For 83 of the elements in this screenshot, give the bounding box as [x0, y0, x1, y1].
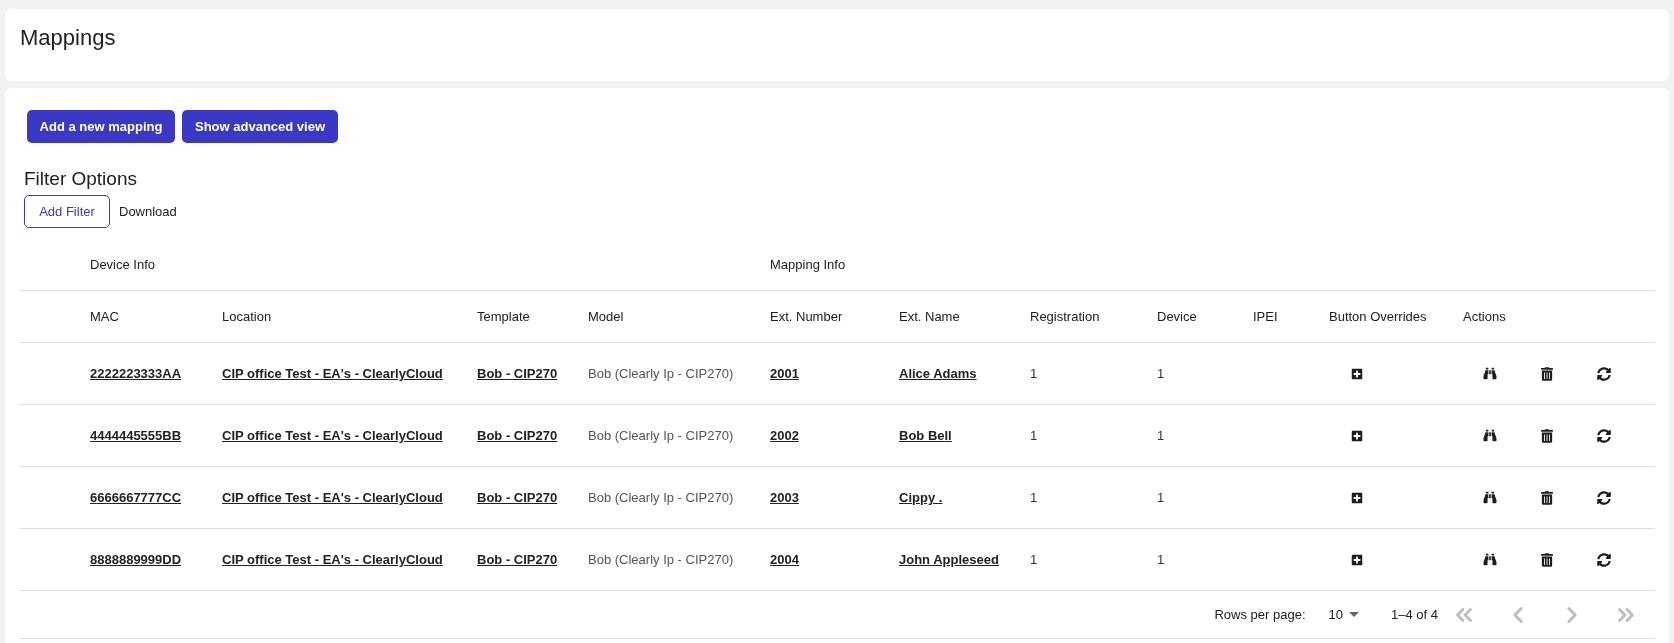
sync-button[interactable]: [1597, 552, 1611, 567]
refresh-icon: [1597, 428, 1611, 443]
download-link[interactable]: Download: [119, 201, 177, 222]
mac-address-link[interactable]: 6666667777CC: [90, 487, 182, 508]
advanced-view-button[interactable]: Show advanced view: [182, 110, 338, 143]
location-link[interactable]: CIP office Test - EA's - ClearlyCloud: [222, 363, 443, 384]
add-override-button[interactable]: [1351, 367, 1363, 380]
add-filter-button[interactable]: Add Filter: [24, 195, 110, 228]
column-header: Location: [222, 307, 272, 326]
column-header: MAC: [90, 307, 119, 326]
trash-icon: [1541, 490, 1553, 505]
mac-address-link[interactable]: 2222223333AA: [90, 363, 182, 384]
mac-address-link[interactable]: 4444445555BB: [90, 425, 182, 446]
column-header: Registration: [1030, 307, 1100, 326]
location-link[interactable]: CIP office Test - EA's - ClearlyCloud: [222, 425, 443, 446]
column-header: Model: [588, 307, 624, 326]
delete-button[interactable]: [1541, 366, 1553, 381]
registration-count: 1: [1030, 550, 1038, 569]
extension-name-link[interactable]: Alice Adams: [899, 363, 977, 384]
binoculars-icon: [1483, 553, 1497, 566]
registration-count: 1: [1030, 364, 1038, 383]
view-button[interactable]: [1483, 491, 1497, 504]
location-link[interactable]: CIP office Test - EA's - ClearlyCloud: [222, 549, 443, 570]
template-link[interactable]: Bob - CIP270: [477, 549, 558, 570]
dropdown-caret-icon: [1349, 612, 1359, 617]
column-header: Button Overrides: [1329, 307, 1427, 326]
mac-address-link[interactable]: 8888889999DD: [90, 549, 182, 570]
trash-icon: [1541, 552, 1553, 567]
column-header: Device: [1157, 307, 1197, 326]
template-link[interactable]: Bob - CIP270: [477, 425, 558, 446]
refresh-icon: [1597, 490, 1611, 505]
rows-per-page-label: Rows per page:: [1214, 605, 1306, 624]
binoculars-icon: [1483, 429, 1497, 442]
refresh-icon: [1597, 366, 1611, 381]
column-header: Ext. Number: [770, 307, 843, 326]
extension-number-link[interactable]: 2004: [770, 549, 799, 570]
view-button[interactable]: [1483, 367, 1497, 380]
extension-name-link[interactable]: John Appleseed: [899, 549, 999, 570]
extension-name-link[interactable]: Bob Bell: [899, 425, 952, 446]
column-header: Template: [477, 307, 530, 326]
device-count: 1: [1157, 364, 1165, 383]
location-link[interactable]: CIP office Test - EA's - ClearlyCloud: [222, 487, 443, 508]
delete-button[interactable]: [1541, 428, 1553, 443]
view-button[interactable]: [1483, 429, 1497, 442]
template-link[interactable]: Bob - CIP270: [477, 363, 558, 384]
column-header: Ext. Name: [899, 307, 960, 326]
page-range-text: 1–4 of 4: [1391, 605, 1438, 624]
device-count: 1: [1157, 426, 1165, 445]
rows-per-page-select[interactable]: 10: [1328, 602, 1359, 627]
column-header: IPEI: [1253, 307, 1278, 326]
sync-button[interactable]: [1597, 490, 1611, 505]
binoculars-icon: [1483, 367, 1497, 380]
add-override-button[interactable]: [1351, 553, 1363, 566]
model-text: Bob (Clearly Ip - CIP270): [588, 488, 734, 507]
binoculars-icon: [1483, 491, 1497, 504]
extension-number-link[interactable]: 2003: [770, 487, 799, 508]
delete-button[interactable]: [1541, 490, 1553, 505]
trash-icon: [1541, 366, 1553, 381]
view-button[interactable]: [1483, 553, 1497, 566]
add-override-button[interactable]: [1351, 429, 1363, 442]
refresh-icon: [1597, 552, 1611, 567]
device-count: 1: [1157, 488, 1165, 507]
delete-button[interactable]: [1541, 552, 1553, 567]
column-header: Actions: [1463, 307, 1506, 326]
sync-button[interactable]: [1597, 366, 1611, 381]
registration-count: 1: [1030, 488, 1038, 507]
extension-number-link[interactable]: 2002: [770, 425, 799, 446]
add-override-button[interactable]: [1351, 491, 1363, 504]
model-text: Bob (Clearly Ip - CIP270): [588, 550, 734, 569]
model-text: Bob (Clearly Ip - CIP270): [588, 364, 734, 383]
trash-icon: [1541, 428, 1553, 443]
add-mapping-button[interactable]: Add a new mapping: [27, 110, 175, 143]
model-text: Bob (Clearly Ip - CIP270): [588, 426, 734, 445]
extension-name-link[interactable]: Cippy .: [899, 487, 943, 508]
device-count: 1: [1157, 550, 1165, 569]
filter-options-heading: Filter Options: [24, 167, 137, 191]
column-group-header: Mapping Info: [770, 256, 846, 275]
page-title: Mappings: [20, 24, 116, 52]
extension-number-link[interactable]: 2001: [770, 363, 799, 384]
template-link[interactable]: Bob - CIP270: [477, 487, 558, 508]
column-group-header: Device Info: [90, 256, 156, 275]
registration-count: 1: [1030, 426, 1038, 445]
sync-button[interactable]: [1597, 428, 1611, 443]
